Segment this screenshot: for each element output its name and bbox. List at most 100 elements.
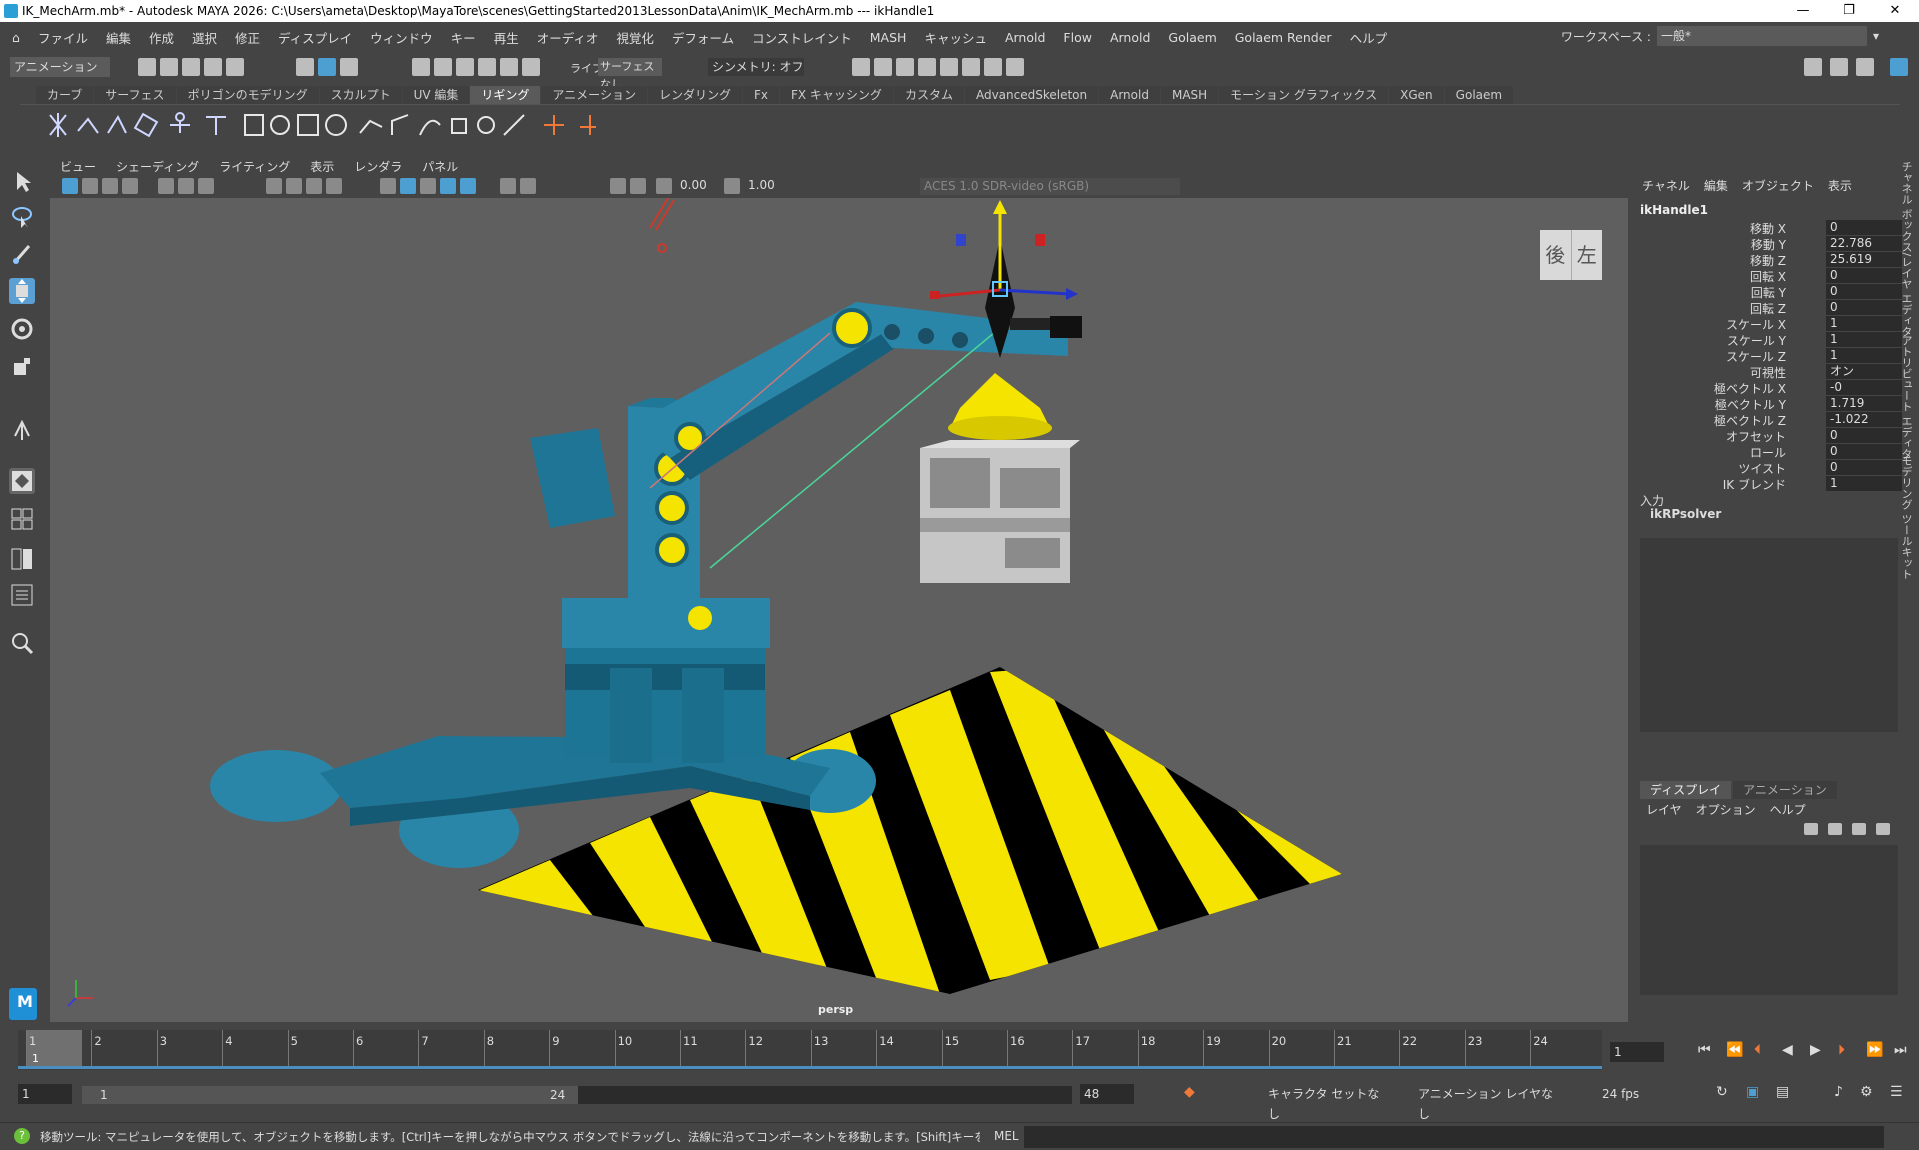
- snap-view-plane-icon[interactable]: [478, 58, 496, 76]
- ghost-icon[interactable]: ▤: [1776, 1084, 1789, 1100]
- smooth-shade-icon[interactable]: [400, 178, 416, 194]
- cb-menu-show[interactable]: 表示: [1828, 177, 1852, 194]
- resolution-gate-icon[interactable]: [286, 178, 302, 194]
- panel-menu-renderer[interactable]: レンダラ: [344, 158, 412, 175]
- search-icon[interactable]: [9, 630, 35, 656]
- shelf-tab-xgen[interactable]: XGen: [1389, 86, 1444, 104]
- arnold-ipr-icon[interactable]: [984, 58, 1002, 76]
- render-frame-icon[interactable]: [852, 58, 870, 76]
- rotate-tool-icon[interactable]: [9, 316, 35, 342]
- shelf-tab-curves[interactable]: カーブ: [36, 86, 94, 104]
- cache-playback-icon[interactable]: ▣: [1746, 1084, 1759, 1100]
- attribute-value[interactable]: 0: [1826, 284, 1902, 299]
- menu-help[interactable]: ヘルプ: [1341, 28, 1397, 47]
- snap-surface-icon[interactable]: [522, 58, 540, 76]
- point-constraint-icon[interactable]: [391, 114, 409, 135]
- range-slider-handle[interactable]: [82, 1086, 578, 1104]
- go-to-start-icon[interactable]: ⏮: [1698, 1042, 1711, 1058]
- layer-tab-animation[interactable]: アニメーション: [1733, 781, 1837, 799]
- menu-edit[interactable]: 編集: [97, 28, 140, 47]
- menu-file[interactable]: ファイル: [29, 28, 97, 47]
- menu-arnold[interactable]: Arnold: [996, 30, 1054, 45]
- shelf-tab-motion-graphics[interactable]: モーション グラフィックス: [1219, 86, 1389, 104]
- attribute-value[interactable]: 22.786: [1826, 236, 1902, 251]
- layer-menu-layers[interactable]: レイヤ: [1646, 801, 1682, 818]
- isolate-select-icon[interactable]: [610, 178, 626, 194]
- chevron-down-icon[interactable]: ▾: [1873, 29, 1879, 43]
- menu-modify[interactable]: 修正: [226, 28, 269, 47]
- shadows-icon[interactable]: [500, 178, 516, 194]
- cb-menu-edit[interactable]: 編集: [1704, 177, 1728, 194]
- shelf-tab-mash[interactable]: MASH: [1160, 86, 1219, 104]
- auto-key-icon[interactable]: ◆: [1184, 1084, 1195, 1100]
- wireframe-icon[interactable]: [380, 178, 396, 194]
- maya-home-logo-icon[interactable]: M: [9, 988, 37, 1020]
- step-back-key-icon[interactable]: ⏴: [1754, 1042, 1761, 1058]
- soft-mod-icon[interactable]: [325, 114, 347, 136]
- shelf-tab-surfaces[interactable]: サーフェス: [94, 86, 176, 104]
- shelf-tab-fx-caching[interactable]: FX キャッシング: [779, 86, 893, 104]
- cb-menu-object[interactable]: オブジェクト: [1742, 177, 1814, 194]
- shelf-tab-uv-editing[interactable]: UV 編集: [402, 86, 470, 104]
- maximize-button[interactable]: ❐: [1826, 0, 1872, 22]
- panel-menu-lighting[interactable]: ライティング: [209, 158, 300, 175]
- new-scene-icon[interactable]: [138, 58, 156, 76]
- play-forwards-icon[interactable]: ▶: [1810, 1042, 1821, 1058]
- attribute-value[interactable]: 0: [1826, 300, 1902, 315]
- attribute-row[interactable]: 移動 Y 22.786: [1636, 236, 1902, 252]
- attribute-row[interactable]: スケール Z 1: [1636, 348, 1902, 364]
- character-set-dropdown[interactable]: キャラクタ セットなし: [1264, 1084, 1382, 1121]
- attribute-row[interactable]: ツイスト 0: [1636, 460, 1902, 476]
- select-by-hierarchy-icon[interactable]: [296, 58, 314, 76]
- attribute-value[interactable]: 1: [1826, 476, 1902, 491]
- settings-icon[interactable]: ☰: [1890, 1084, 1903, 1100]
- animation-start-field[interactable]: 1: [18, 1084, 72, 1104]
- live-surface-field[interactable]: サーフェスなし: [598, 58, 662, 91]
- menu-flow[interactable]: Flow: [1054, 30, 1101, 45]
- command-line-input[interactable]: [1024, 1126, 1884, 1148]
- animation-preferences-icon[interactable]: ⚙: [1860, 1084, 1873, 1100]
- view-cube-left-face[interactable]: 左: [1572, 230, 1603, 280]
- snap-curve-icon[interactable]: [434, 58, 452, 76]
- menu-windows[interactable]: ウィンドウ: [361, 28, 442, 47]
- attribute-row[interactable]: スケール X 1: [1636, 316, 1902, 332]
- animation-end-field[interactable]: 48: [1080, 1084, 1134, 1104]
- attribute-value[interactable]: 0: [1826, 444, 1902, 459]
- select-by-component-icon[interactable]: [340, 58, 358, 76]
- menu-playback[interactable]: 再生: [485, 28, 528, 47]
- grid-icon[interactable]: [198, 178, 214, 194]
- attribute-value[interactable]: 1: [1826, 332, 1902, 347]
- step-forward-key-icon[interactable]: ⏵: [1838, 1042, 1845, 1058]
- outliner-layout-icon[interactable]: [9, 582, 35, 608]
- humanik-icon[interactable]: [170, 112, 190, 133]
- layer-tab-display[interactable]: ディスプレイ: [1640, 781, 1732, 799]
- lasso-tool-icon[interactable]: [9, 204, 35, 230]
- paint-select-tool-icon[interactable]: [9, 240, 35, 266]
- single-perspective-layout-icon[interactable]: [9, 468, 35, 494]
- close-button[interactable]: ✕: [1872, 0, 1918, 22]
- view-cube-back-face[interactable]: 後: [1540, 230, 1572, 280]
- quick-rig-icon[interactable]: [206, 116, 226, 135]
- parent-constraint-icon[interactable]: [359, 119, 383, 134]
- grease-pencil-icon[interactable]: [158, 178, 174, 194]
- ik-handle-icon[interactable]: [77, 117, 99, 134]
- range-slider-track[interactable]: 1 24: [82, 1086, 1072, 1104]
- move-layer-up-icon[interactable]: [1804, 823, 1818, 835]
- attribute-row[interactable]: 極ベクトル X -0: [1636, 380, 1902, 396]
- view-cube[interactable]: 後 左: [1540, 230, 1602, 280]
- attribute-value[interactable]: 1: [1826, 348, 1902, 363]
- attribute-row[interactable]: 回転 Y 0: [1636, 284, 1902, 300]
- attribute-row[interactable]: 回転 Z 0: [1636, 300, 1902, 316]
- menu-arnold-2[interactable]: Arnold: [1101, 30, 1159, 45]
- channel-box-toggle-icon[interactable]: [1890, 58, 1908, 76]
- panel-menu-show[interactable]: 表示: [300, 158, 344, 175]
- menu-key[interactable]: キー: [442, 28, 485, 47]
- joint-tool-icon[interactable]: [49, 113, 67, 137]
- cb-menu-channels[interactable]: チャネル: [1642, 177, 1690, 194]
- four-view-layout-icon[interactable]: [9, 506, 35, 532]
- ipr-render-icon[interactable]: [896, 58, 914, 76]
- sound-icon[interactable]: ♪: [1834, 1084, 1843, 1100]
- layer-menu-help[interactable]: ヘルプ: [1770, 801, 1806, 818]
- selected-object-name[interactable]: ikHandle1: [1640, 203, 1708, 217]
- gate-mask-icon[interactable]: [306, 178, 322, 194]
